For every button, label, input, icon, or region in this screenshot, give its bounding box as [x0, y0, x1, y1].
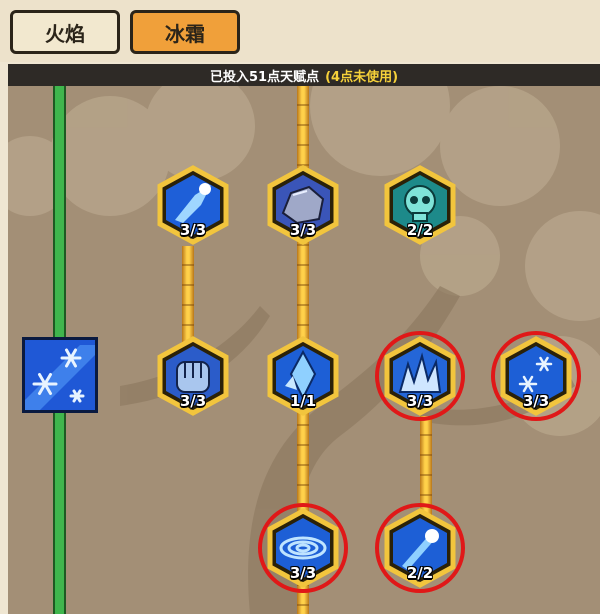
invested-points-text: 已投入51点天赋点	[209, 69, 320, 85]
highlight-ring	[375, 503, 465, 593]
left-frame	[0, 62, 8, 614]
talent-node-ice-shard[interactable]: 1/1	[263, 336, 343, 424]
talent-screen: 火焰 冰霜 已投入51点天赋点 (4点未使用) 3/3 3/3 2/2 3/3 …	[0, 0, 600, 614]
blizzard-skill-icon[interactable]	[22, 337, 98, 413]
node-level: 3/3	[179, 392, 207, 410]
talent-node-ice-fist[interactable]: 3/3	[153, 336, 233, 424]
unused-points-text: (4点未使用)	[325, 69, 399, 85]
node-level: 3/3	[179, 221, 207, 239]
tab-bar: 火焰 冰霜	[0, 0, 600, 62]
tab-fire[interactable]: 火焰	[10, 10, 120, 54]
highlight-ring	[375, 331, 465, 421]
talent-node-frost-rock[interactable]: 3/3	[263, 165, 343, 253]
highlight-ring	[491, 331, 581, 421]
highlight-ring	[258, 503, 348, 593]
ice-fist-icon	[176, 361, 210, 393]
talent-points-summary: 已投入51点天赋点 (4点未使用)	[8, 64, 600, 86]
node-level: 3/3	[289, 221, 317, 239]
node-level: 1/1	[289, 392, 317, 410]
tab-frost-label: 冰霜	[165, 21, 205, 46]
talent-node-frost-skull[interactable]: 2/2	[380, 165, 460, 253]
tab-fire-label: 火焰	[45, 21, 85, 46]
tab-frost[interactable]: 冰霜	[130, 10, 240, 54]
talent-node-ice-spark[interactable]: 3/3	[153, 165, 233, 253]
node-level: 2/2	[406, 221, 434, 239]
